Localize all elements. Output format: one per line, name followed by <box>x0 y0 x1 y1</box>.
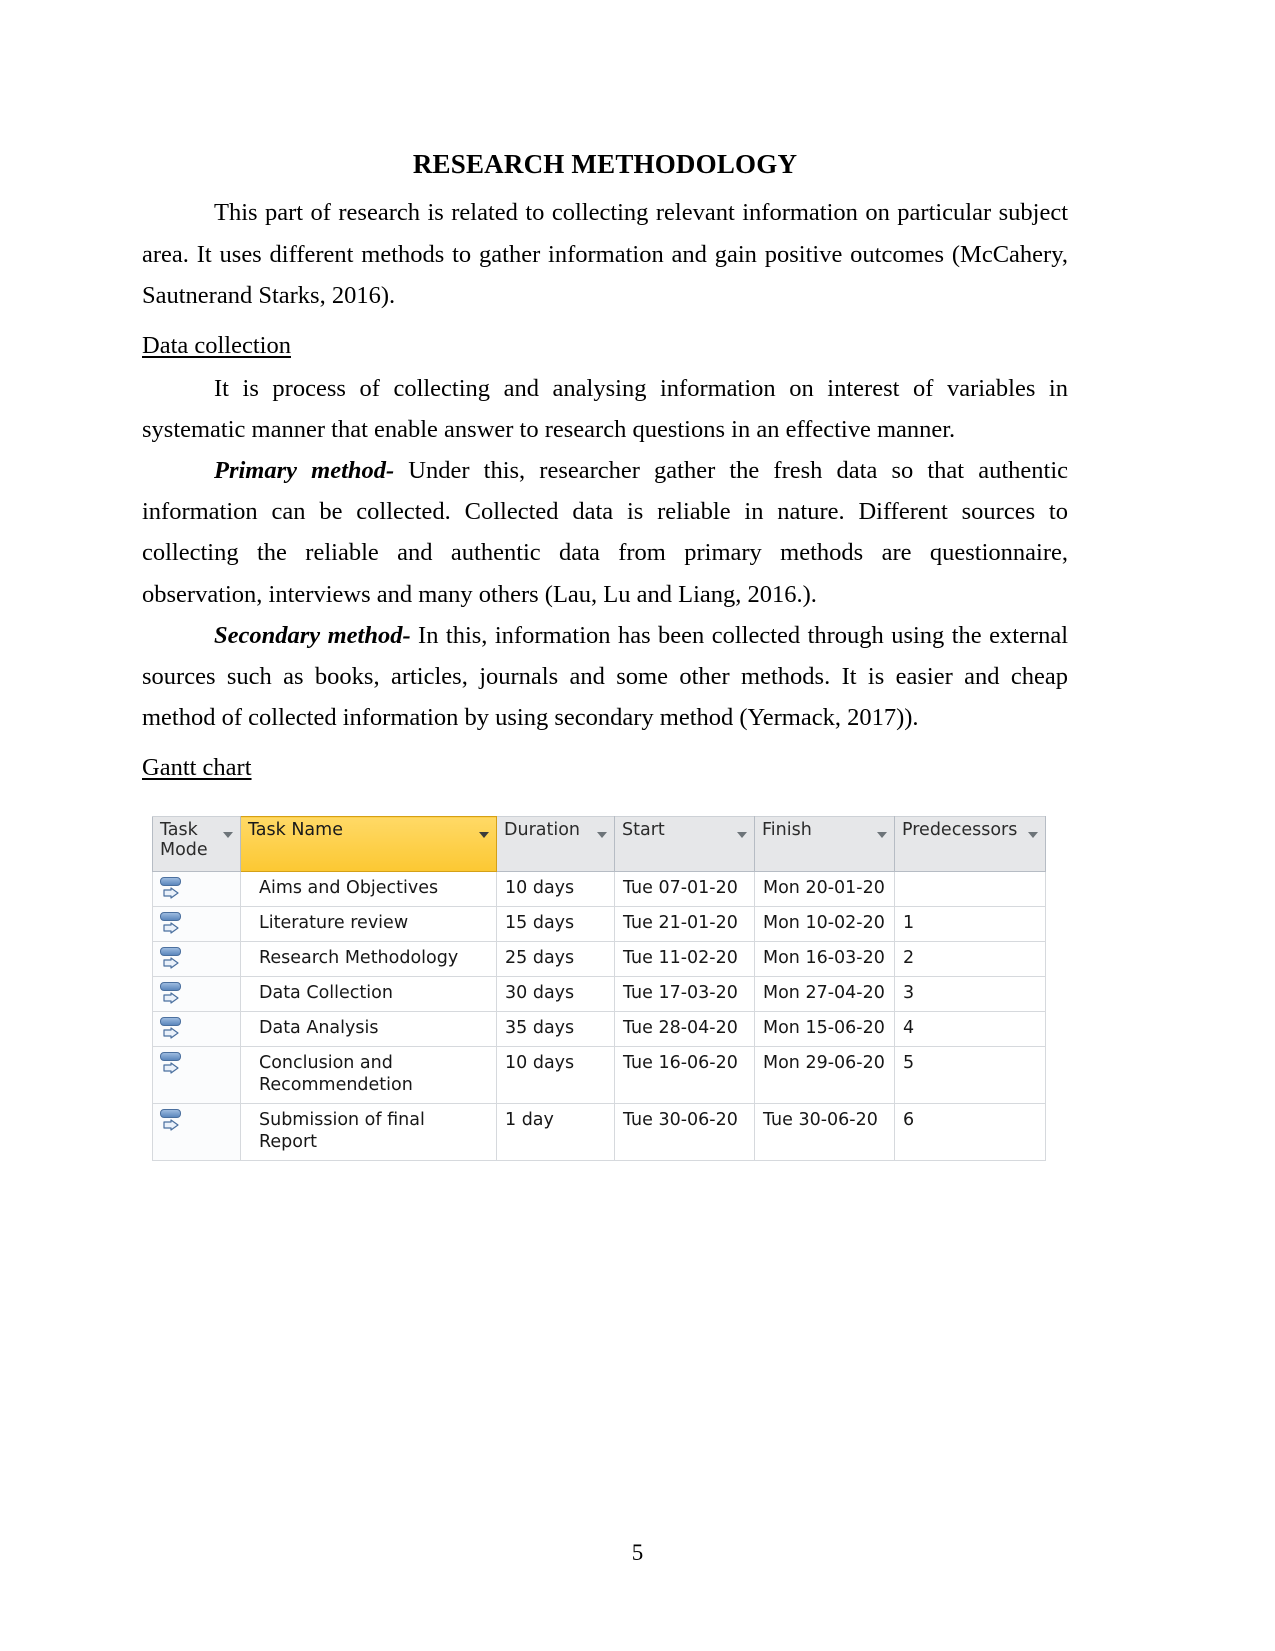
gantt-table-header: Task Mode Task Name Duration Start Finis… <box>152 816 1046 872</box>
auto-scheduled-icon <box>159 946 189 972</box>
cell-finish[interactable]: Mon 27-04-20 <box>754 976 895 1012</box>
cell-predecessors[interactable]: 3 <box>894 976 1046 1012</box>
column-header-task-mode-label: Task Mode <box>160 820 208 860</box>
filter-chevron-down-icon[interactable] <box>223 832 233 838</box>
cell-task-name[interactable]: Aims and Objectives <box>240 871 497 907</box>
cell-finish[interactable]: Mon 10-02-20 <box>754 906 895 942</box>
table-row[interactable]: Data Collection 30 days Tue 17-03-20 Mon 27… <box>152 976 1046 1012</box>
cell-task-name[interactable]: Data Collection <box>240 976 497 1012</box>
cell-predecessors[interactable] <box>894 871 1046 907</box>
auto-scheduled-icon <box>159 1016 189 1042</box>
cell-finish[interactable]: Mon 16-03-20 <box>754 941 895 977</box>
cell-duration[interactable]: 1 day <box>496 1102 615 1161</box>
cell-task-mode[interactable] <box>152 976 241 1012</box>
page-number: 5 <box>631 1540 644 1565</box>
cell-start[interactable]: Tue 30-06-20 <box>614 1102 755 1161</box>
cell-predecessors[interactable]: 2 <box>894 941 1046 977</box>
cell-task-name[interactable]: Data Analysis <box>240 1011 497 1047</box>
cell-start[interactable]: Tue 11-02-20 <box>614 941 755 977</box>
cell-task-name[interactable]: Submission of final Report <box>240 1102 497 1161</box>
column-header-start[interactable]: Start <box>614 816 755 872</box>
column-header-task-name[interactable]: Task Name <box>240 816 497 872</box>
cell-start[interactable]: Tue 16-06-20 <box>614 1046 755 1104</box>
cell-duration[interactable]: 25 days <box>496 941 615 977</box>
cell-predecessors[interactable]: 1 <box>894 906 1046 942</box>
cell-start[interactable]: Tue 07-01-20 <box>614 871 755 907</box>
cell-finish[interactable]: Tue 30-06-20 <box>754 1102 895 1161</box>
table-row[interactable]: Submission of final Report 1 day Tue 30-06… <box>152 1102 1046 1161</box>
column-header-duration-label: Duration <box>504 820 581 840</box>
cell-finish[interactable]: Mon 29-06-20 <box>754 1046 895 1104</box>
cell-predecessors[interactable]: 6 <box>894 1102 1046 1161</box>
cell-task-name[interactable]: Research Methodology <box>240 941 497 977</box>
auto-scheduled-icon <box>159 911 189 937</box>
column-header-finish[interactable]: Finish <box>754 816 895 872</box>
secondary-method-lead: Secondary method- <box>214 621 411 649</box>
cell-predecessors[interactable]: 4 <box>894 1011 1046 1047</box>
cell-predecessors[interactable]: 5 <box>894 1046 1046 1104</box>
intro-paragraph: This part of research is related to coll… <box>142 199 1068 309</box>
column-header-start-label: Start <box>622 820 665 840</box>
data-collection-paragraph: It is process of collecting and analysin… <box>142 374 1068 444</box>
document-page: RESEARCH METHODOLOGY This part of resear… <box>0 0 1275 1651</box>
document-body: RESEARCH METHODOLOGY This part of resear… <box>142 148 1068 790</box>
heading-gantt-chart: Gantt chart <box>142 754 252 782</box>
filter-chevron-down-icon[interactable] <box>597 832 607 838</box>
auto-scheduled-icon <box>159 1051 189 1077</box>
column-header-task-name-label: Task Name <box>248 820 343 840</box>
page-title: RESEARCH METHODOLOGY <box>412 149 798 179</box>
primary-method-lead: Primary method- <box>214 457 395 485</box>
cell-task-mode[interactable] <box>152 1046 241 1104</box>
column-header-duration[interactable]: Duration <box>496 816 615 872</box>
column-header-predecessors[interactable]: Predecessors <box>894 816 1046 872</box>
cell-duration[interactable]: 10 days <box>496 871 615 907</box>
cell-task-mode[interactable] <box>152 871 241 907</box>
cell-start[interactable]: Tue 21-01-20 <box>614 906 755 942</box>
cell-duration[interactable]: 30 days <box>496 976 615 1012</box>
filter-chevron-down-icon[interactable] <box>1028 832 1038 838</box>
table-row[interactable]: Data Analysis 35 days Tue 28-04-20 Mon 15-0… <box>152 1011 1046 1047</box>
heading-data-collection: Data collection <box>142 331 291 359</box>
table-row[interactable]: Conclusion and Recommendetion 10 days Tue … <box>152 1046 1046 1104</box>
cell-task-mode[interactable] <box>152 906 241 942</box>
cell-task-name[interactable]: Literature review <box>240 906 497 942</box>
cell-finish[interactable]: Mon 15-06-20 <box>754 1011 895 1047</box>
filter-chevron-down-icon[interactable] <box>479 832 489 838</box>
gantt-task-table: Task Mode Task Name Duration Start Finis… <box>152 816 1046 1161</box>
gantt-chart-image: Task Mode Task Name Duration Start Finis… <box>152 816 1046 1161</box>
cell-task-name[interactable]: Conclusion and Recommendetion <box>240 1046 497 1104</box>
table-row[interactable]: Research Methodology 25 days Tue 11-02-20 M… <box>152 941 1046 977</box>
auto-scheduled-icon <box>159 1108 189 1134</box>
cell-duration[interactable]: 10 days <box>496 1046 615 1104</box>
table-row[interactable]: Literature review 15 days Tue 21-01-20 Mon … <box>152 906 1046 942</box>
gantt-table-body: Aims and Objectives 10 days Tue 07-01-20 Mo… <box>152 871 1046 1161</box>
column-header-predecessors-label: Predecessors <box>902 820 1018 840</box>
cell-task-mode[interactable] <box>152 941 241 977</box>
auto-scheduled-icon <box>159 876 189 902</box>
column-header-finish-label: Finish <box>762 820 812 840</box>
table-row[interactable]: Aims and Objectives 10 days Tue 07-01-20 Mo… <box>152 871 1046 907</box>
auto-scheduled-icon <box>159 981 189 1007</box>
cell-duration[interactable]: 15 days <box>496 906 615 942</box>
gantt-header-row: Task Mode Task Name Duration Start Finis… <box>152 816 1046 872</box>
cell-start[interactable]: Tue 28-04-20 <box>614 1011 755 1047</box>
cell-task-mode[interactable] <box>152 1011 241 1047</box>
cell-task-mode[interactable] <box>152 1102 241 1161</box>
cell-duration[interactable]: 35 days <box>496 1011 615 1047</box>
column-header-task-mode[interactable]: Task Mode <box>152 816 241 872</box>
filter-chevron-down-icon[interactable] <box>877 832 887 838</box>
cell-finish[interactable]: Mon 20-01-20 <box>754 871 895 907</box>
cell-start[interactable]: Tue 17-03-20 <box>614 976 755 1012</box>
secondary-method-paragraph: Secondary method- In this, information h… <box>142 615 1068 738</box>
filter-chevron-down-icon[interactable] <box>737 832 747 838</box>
primary-method-paragraph: Primary method- Under this, researcher g… <box>142 450 1068 615</box>
